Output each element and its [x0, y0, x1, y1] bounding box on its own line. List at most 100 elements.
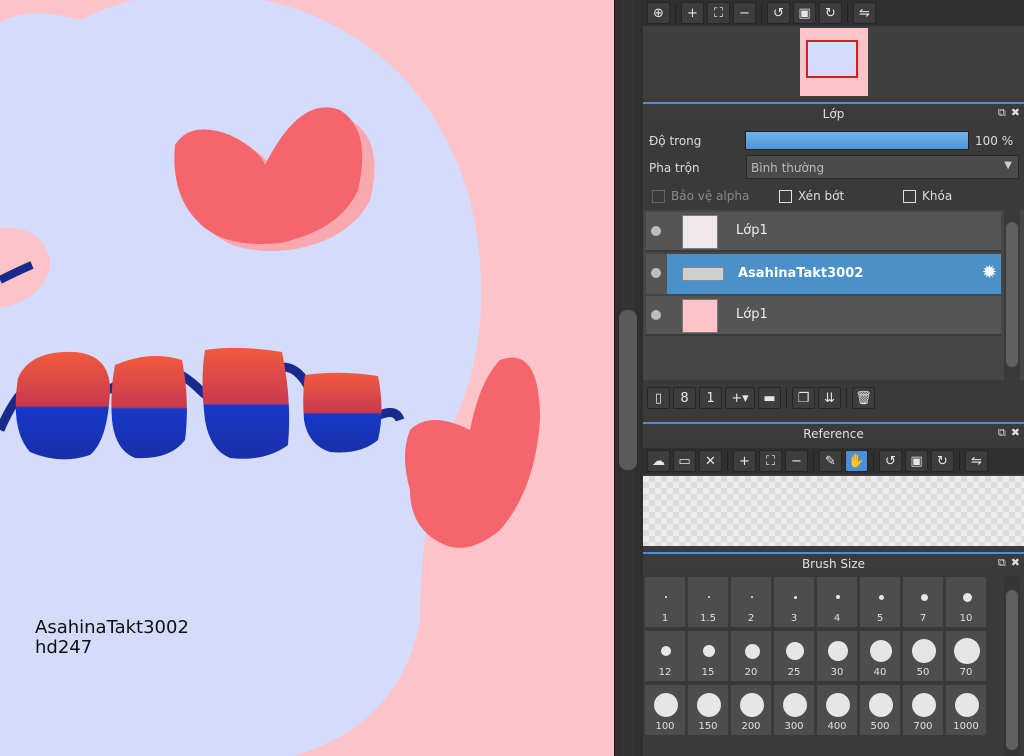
opacity-slider[interactable]: [745, 131, 969, 150]
popout-icon[interactable]: ⧉: [998, 426, 1006, 440]
brush-size-label: 3: [790, 613, 798, 624]
brush-size-cell[interactable]: 5: [859, 576, 901, 628]
brush-size-cell[interactable]: 400: [816, 684, 858, 736]
cloud-upload-icon[interactable]: ☁: [647, 450, 670, 472]
brush-size-cell[interactable]: 1.5: [687, 576, 729, 628]
new-8bit-layer-icon[interactable]: 8: [673, 387, 696, 409]
brush-size-cell[interactable]: 50: [902, 630, 944, 682]
brush-size-cell[interactable]: 10: [945, 576, 987, 628]
reset-view-icon[interactable]: ▣: [793, 2, 816, 24]
brush-size-cell[interactable]: 70: [945, 630, 987, 682]
brush-size-cell[interactable]: 300: [773, 684, 815, 736]
brush-size-cell[interactable]: 150: [687, 684, 729, 736]
navigator-thumbnail[interactable]: [800, 28, 868, 96]
rotate-left-icon[interactable]: ↺: [879, 450, 902, 472]
drawing-canvas[interactable]: AsahinaTakt3002 hd247: [0, 0, 614, 756]
fit-screen-icon[interactable]: ⛶: [707, 2, 730, 24]
brush-size-label: 25: [787, 667, 801, 678]
brush-size-dot: [878, 594, 884, 600]
brush-size-dot: [786, 642, 804, 660]
lock-checkbox[interactable]: Khóa: [903, 189, 952, 203]
merge-down-icon[interactable]: ⇊: [818, 387, 841, 409]
brush-size-cell[interactable]: 40: [859, 630, 901, 682]
brush-size-dot: [869, 693, 893, 717]
brush-size-cell[interactable]: 2: [730, 576, 772, 628]
brush-size-cell[interactable]: 1: [644, 576, 686, 628]
visibility-icon[interactable]: [651, 268, 661, 278]
clipping-checkbox[interactable]: Xén bớt: [779, 189, 844, 203]
zoom-out-icon[interactable]: −: [733, 2, 756, 24]
zoom-in-icon[interactable]: +: [733, 450, 756, 472]
hand-icon[interactable]: ✋: [845, 450, 868, 472]
brush-size-dot: [912, 693, 936, 717]
scrollbar-thumb[interactable]: [619, 310, 637, 470]
brush-size-cell[interactable]: 30: [816, 630, 858, 682]
brush-size-cell[interactable]: 100: [644, 684, 686, 736]
layer-row[interactable]: Lớp1: [646, 212, 1001, 252]
reset-view-icon[interactable]: ▣: [905, 450, 928, 472]
brush-size-dot: [826, 693, 850, 717]
close-icon[interactable]: ✕: [699, 450, 722, 472]
separator: [761, 3, 762, 23]
layer-row[interactable]: AsahinaTakt3002 ✹: [646, 254, 1001, 294]
brush-size-cell[interactable]: 700: [902, 684, 944, 736]
duplicate-layer-icon[interactable]: ❐: [792, 387, 815, 409]
reference-canvas[interactable]: [643, 476, 1024, 546]
brush-scrollbar-thumb[interactable]: [1006, 590, 1018, 750]
open-folder-icon[interactable]: ▭: [673, 450, 696, 472]
visibility-icon[interactable]: [651, 226, 661, 236]
brush-size-label: 30: [830, 667, 844, 678]
brush-size-cell[interactable]: 20: [730, 630, 772, 682]
add-layer-menu-icon[interactable]: +▾: [725, 387, 755, 409]
eyedropper-icon[interactable]: ✎: [819, 450, 842, 472]
protect-alpha-checkbox[interactable]: Bảo vệ alpha: [652, 189, 749, 203]
checkbox-box: [779, 189, 792, 203]
brush-size-cell[interactable]: 25: [773, 630, 815, 682]
layer-panel-title: Lớp: [822, 107, 845, 121]
brush-size-cell[interactable]: 7: [902, 576, 944, 628]
brush-size-cell[interactable]: 4: [816, 576, 858, 628]
visibility-icon[interactable]: [651, 310, 661, 320]
layer-scrollbar[interactable]: [1004, 210, 1020, 380]
navigator-preview[interactable]: [643, 26, 1024, 98]
close-icon[interactable]: ✖: [1011, 556, 1020, 570]
close-icon[interactable]: ✖: [1011, 426, 1020, 440]
separator: [727, 451, 728, 471]
fit-screen-icon[interactable]: ⛶: [759, 450, 782, 472]
layer-scrollbar-thumb[interactable]: [1006, 222, 1018, 367]
canvas-scrollbar[interactable]: [614, 0, 643, 756]
popout-icon[interactable]: ⧉: [998, 106, 1006, 120]
folder-icon[interactable]: ▬: [758, 387, 781, 409]
letter-2: [111, 356, 187, 459]
zoom-in-icon[interactable]: +: [681, 2, 704, 24]
brush-size-dot: [740, 693, 764, 717]
new-1bit-layer-icon[interactable]: 1: [699, 387, 722, 409]
delete-layer-icon[interactable]: 🗑: [852, 387, 875, 409]
blend-mode-select[interactable]: Bình thường ▼: [746, 155, 1019, 179]
brush-size-cell[interactable]: 12: [644, 630, 686, 682]
layer-row[interactable]: Lớp1: [646, 296, 1001, 336]
navigator-view-rect[interactable]: [806, 40, 858, 78]
popout-icon[interactable]: ⧉: [998, 556, 1006, 570]
brush-size-cell[interactable]: 15: [687, 630, 729, 682]
rotate-right-icon[interactable]: ↻: [819, 2, 842, 24]
reference-panel-title: Reference: [803, 427, 864, 441]
new-layer-icon[interactable]: ▯: [647, 387, 670, 409]
brush-size-cell[interactable]: 200: [730, 684, 772, 736]
zoom-fit-icon[interactable]: ⊕: [647, 2, 670, 24]
zoom-out-icon[interactable]: −: [785, 450, 808, 472]
rotate-left-icon[interactable]: ↺: [767, 2, 790, 24]
layer-thumbnail: [682, 215, 718, 249]
selected-layer[interactable]: AsahinaTakt3002 ✹: [667, 254, 1001, 294]
brush-scrollbar[interactable]: [1004, 576, 1020, 756]
flip-icon[interactable]: ⇋: [853, 2, 876, 24]
gear-icon[interactable]: ✹: [982, 262, 997, 283]
brush-size-cell[interactable]: 500: [859, 684, 901, 736]
brush-size-cell[interactable]: 1000: [945, 684, 987, 736]
side-panel: ⊕ + ⛶ − ↺ ▣ ↻ ⇋ Lớp ⧉ ✖ Độ trong 100 % Ph…: [643, 0, 1024, 756]
flip-icon[interactable]: ⇋: [965, 450, 988, 472]
close-icon[interactable]: ✖: [1011, 106, 1020, 120]
brush-size-cell[interactable]: 3: [773, 576, 815, 628]
rotate-right-icon[interactable]: ↻: [931, 450, 954, 472]
brush-size-label: 500: [870, 721, 890, 732]
